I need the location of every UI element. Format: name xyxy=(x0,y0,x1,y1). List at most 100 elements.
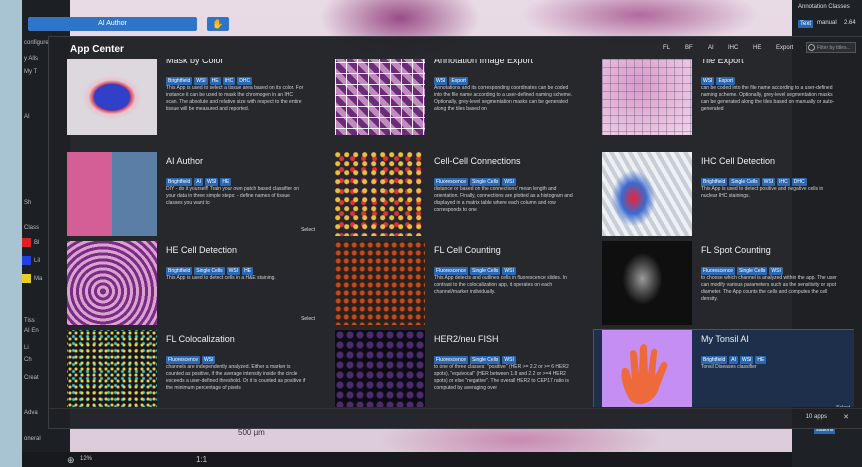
app-tag: Export xyxy=(449,77,468,85)
app-tag: Brightfield xyxy=(701,356,728,364)
app-thumbnail xyxy=(67,152,157,236)
app-tag: IHC xyxy=(222,77,236,85)
app-title: My Tonsil AI xyxy=(701,334,749,344)
app-card[interactable]: FL Spot Counting Fluorescence Single Cells… xyxy=(594,241,854,325)
app-tag: Single Cells xyxy=(737,267,768,275)
app-description: to choose which channel is analyzed with… xyxy=(701,275,837,302)
app-tag: Fluorescence xyxy=(434,178,469,186)
close-icon[interactable]: ✕ xyxy=(843,413,849,421)
filter-ai[interactable]: AI xyxy=(708,45,714,51)
app-thumbnail xyxy=(335,152,425,236)
app-card[interactable]: AI Author Brightfield AI WSI HE DIY - do it y… xyxy=(59,152,319,236)
app-description: This App is used to select a tissue area… xyxy=(166,85,304,112)
app-tags: Fluorescence Single Cells WSI xyxy=(434,348,584,364)
app-tag: Single Cells xyxy=(470,267,501,275)
app-description: channels are independently analyzed. Eit… xyxy=(166,364,306,391)
class-color-swatch[interactable] xyxy=(22,256,31,265)
app-thumbnail xyxy=(335,241,425,325)
filter-ihc[interactable]: IHC xyxy=(728,45,738,51)
app-tags: Fluorescence WSI xyxy=(166,348,316,364)
scale-bar: 500 µm xyxy=(238,428,265,437)
app-thumbnail xyxy=(67,241,157,325)
left-label: Ch xyxy=(24,357,32,363)
app-description: Annotations and its corresponding coordi… xyxy=(434,85,573,112)
ai-author-top-button[interactable]: AI Author xyxy=(28,17,197,31)
select-button[interactable]: Select xyxy=(301,316,315,322)
hand-tool-icon[interactable]: ✋ xyxy=(207,17,229,31)
select-button[interactable]: Select xyxy=(301,227,315,233)
app-thumbnail xyxy=(335,330,425,407)
left-label: Lil xyxy=(34,258,41,264)
app-tag: WSI xyxy=(502,267,516,275)
app-description: Tonsil Diseases classifier xyxy=(701,364,757,370)
left-label: Li xyxy=(24,345,29,351)
class-color-swatch[interactable] xyxy=(22,274,31,283)
class-value: 2.64 xyxy=(844,20,856,26)
app-title: FL Cell Counting xyxy=(434,245,501,255)
app-tag: Brightfield xyxy=(166,178,193,186)
app-center-dialog: App Center FL BF AI IHC HE Export Filter… xyxy=(48,36,862,429)
app-tags: Brightfield AI WSI HE xyxy=(166,170,316,186)
app-tag: HE xyxy=(220,178,232,186)
app-card[interactable]: HER2/neu FISH Fluorescence Single Cells WSI… xyxy=(327,330,587,407)
app-tag: WSI xyxy=(502,356,516,364)
app-tag: WSI xyxy=(226,267,241,275)
app-tag: WSI xyxy=(202,356,216,364)
filter-export[interactable]: Export xyxy=(776,45,793,51)
viewer-status-bar: ⊕ 12% 1:1 xyxy=(22,452,792,467)
app-tag: AI xyxy=(194,178,203,186)
class-manual[interactable]: manual xyxy=(817,20,837,26)
app-card[interactable]: FL Colocalization Fluorescence WSI channels… xyxy=(59,330,319,407)
left-label: Class xyxy=(24,225,40,231)
app-tag: Fluorescence xyxy=(434,356,469,364)
left-label: My T xyxy=(24,69,38,75)
app-thumbnail xyxy=(602,330,692,407)
app-tag: AI xyxy=(729,356,738,364)
app-thumbnail xyxy=(335,59,425,135)
app-tag: WSI xyxy=(194,77,208,85)
app-tag: WSI xyxy=(434,77,448,85)
apps-count: 10 apps xyxy=(805,414,827,420)
app-card[interactable]: My Tonsil AI Brightfield AI WSI HE Tonsil Dis… xyxy=(593,329,854,407)
app-title: Annotation Image Export xyxy=(434,59,534,65)
zoom-icon[interactable]: ⊕ xyxy=(67,455,75,466)
left-label: AI En xyxy=(24,328,39,334)
app-title: HER2/neu FISH xyxy=(434,334,499,344)
app-card[interactable]: IHC Cell Detection Brightfield Single Cell… xyxy=(594,152,854,236)
app-tags: Fluorescence Single Cells WSI xyxy=(701,259,851,275)
app-description: This App detects and outlines cells in f… xyxy=(434,275,567,295)
desktop-edge xyxy=(0,0,22,467)
app-tags: Brightfield WSI HE IHC DHC xyxy=(166,69,316,85)
app-tags: WSI Export xyxy=(434,69,584,85)
left-label: Tiss xyxy=(24,318,35,324)
panel-title: Annotation Classes xyxy=(798,4,850,10)
app-card[interactable]: Cell-Cell Connections Fluorescence Single … xyxy=(327,152,587,236)
ratio-label[interactable]: 1:1 xyxy=(196,455,207,464)
filter-fl[interactable]: FL xyxy=(663,45,670,51)
select-button[interactable]: Select xyxy=(836,405,850,407)
filter-bf[interactable]: BF xyxy=(685,45,693,51)
app-tag: Single Cells xyxy=(470,356,501,364)
app-title: Tile Export xyxy=(701,59,744,65)
app-thumbnail xyxy=(602,152,692,236)
app-description: DIY - do it yourself! Train your own pat… xyxy=(166,186,300,206)
filter-he[interactable]: HE xyxy=(753,45,761,51)
app-tag: IHC xyxy=(777,178,790,186)
app-thumbnail xyxy=(67,330,157,407)
left-label: Adva xyxy=(24,410,38,416)
app-card[interactable]: Annotation Image Export WSI Export Annotati… xyxy=(327,59,587,135)
app-tag: Export xyxy=(716,77,735,85)
app-tags: Brightfield Single Cells WSI HE xyxy=(166,259,316,275)
app-card[interactable]: Mask by Color Brightfield WSI HE IHC DHC This … xyxy=(59,59,319,135)
app-tag: Fluorescence xyxy=(166,356,201,364)
app-card[interactable]: HE Cell Detection Brightfield Single Cells… xyxy=(59,241,319,325)
app-tag: Brightfield xyxy=(166,77,193,85)
app-card[interactable]: FL Cell Counting Fluorescence Single Cells… xyxy=(327,241,587,325)
left-label: configure xyxy=(24,40,49,46)
class-color-swatch[interactable] xyxy=(22,238,31,247)
class-text-tab[interactable]: Text xyxy=(798,20,814,28)
app-card[interactable]: Tile Export WSI Export can be coded into th… xyxy=(594,59,854,135)
app-tags: Brightfield Single Cells WSI IHC DHC xyxy=(701,170,851,186)
hand-icon xyxy=(621,344,668,404)
app-tag: DHC xyxy=(237,77,253,85)
